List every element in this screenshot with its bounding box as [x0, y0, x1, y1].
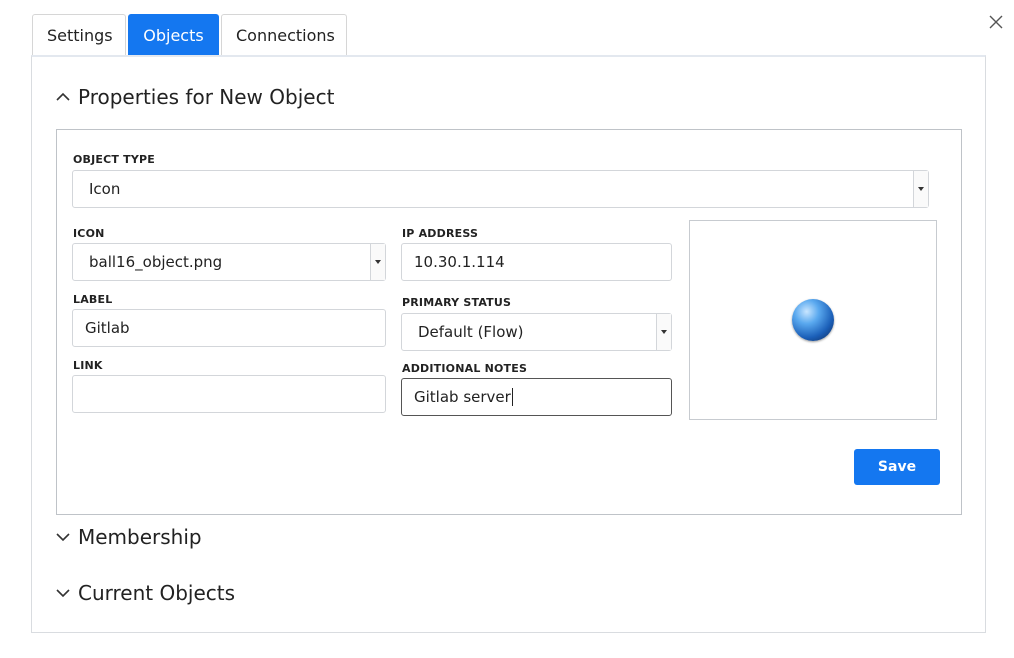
tab-bar: Settings Objects Connections: [32, 14, 349, 63]
icon-label: ICON: [73, 227, 105, 240]
chevron-down-icon: [913, 171, 928, 207]
additional-notes-input[interactable]: Gitlab server: [401, 378, 672, 416]
icon-value: ball16_object.png: [89, 253, 223, 271]
label-input[interactable]: Gitlab: [72, 309, 386, 347]
chevron-down-icon: [370, 244, 385, 280]
link-input[interactable]: [72, 375, 386, 413]
primary-status-select[interactable]: Default (Flow): [401, 313, 672, 351]
section-current-objects-title: Current Objects: [78, 581, 236, 605]
object-type-label: OBJECT TYPE: [73, 153, 155, 166]
ball-object-icon: [792, 299, 834, 341]
section-properties-title: Properties for New Object: [78, 85, 335, 109]
object-type-value: Icon: [89, 180, 121, 198]
text-cursor: [511, 388, 513, 406]
object-type-select[interactable]: Icon: [72, 170, 929, 208]
tab-settings[interactable]: Settings: [32, 14, 126, 55]
ip-address-label: IP ADDRESS: [402, 227, 479, 240]
chevron-down-icon: [656, 314, 671, 350]
chevron-up-icon: [56, 92, 70, 101]
objects-panel: Properties for New Object OBJECT TYPE Ic…: [31, 55, 986, 633]
link-label: LINK: [73, 359, 103, 372]
primary-status-value: Default (Flow): [418, 323, 524, 341]
additional-notes-label: ADDITIONAL NOTES: [402, 362, 528, 375]
primary-status-label: PRIMARY STATUS: [402, 296, 512, 309]
icon-preview: [689, 220, 937, 420]
ip-address-value: 10.30.1.114: [414, 253, 505, 271]
additional-notes-value: Gitlab server: [414, 388, 511, 406]
section-membership-header[interactable]: Membership: [54, 525, 202, 549]
icon-select[interactable]: ball16_object.png: [72, 243, 386, 281]
tab-connections[interactable]: Connections: [221, 14, 347, 55]
ip-address-input[interactable]: 10.30.1.114: [401, 243, 672, 281]
label-value: Gitlab: [85, 319, 130, 337]
close-icon: [989, 15, 1003, 29]
section-current-objects-header[interactable]: Current Objects: [54, 581, 235, 605]
section-properties-header[interactable]: Properties for New Object: [54, 85, 334, 109]
close-button[interactable]: [986, 12, 1006, 32]
tab-objects[interactable]: Objects: [128, 14, 219, 63]
chevron-down-icon: [56, 589, 70, 598]
section-membership-title: Membership: [78, 525, 202, 549]
label-label: LABEL: [73, 293, 113, 306]
save-button[interactable]: Save: [854, 449, 940, 485]
chevron-down-icon: [56, 533, 70, 542]
properties-form: OBJECT TYPE Icon ICON ball16_object.png …: [56, 129, 962, 515]
